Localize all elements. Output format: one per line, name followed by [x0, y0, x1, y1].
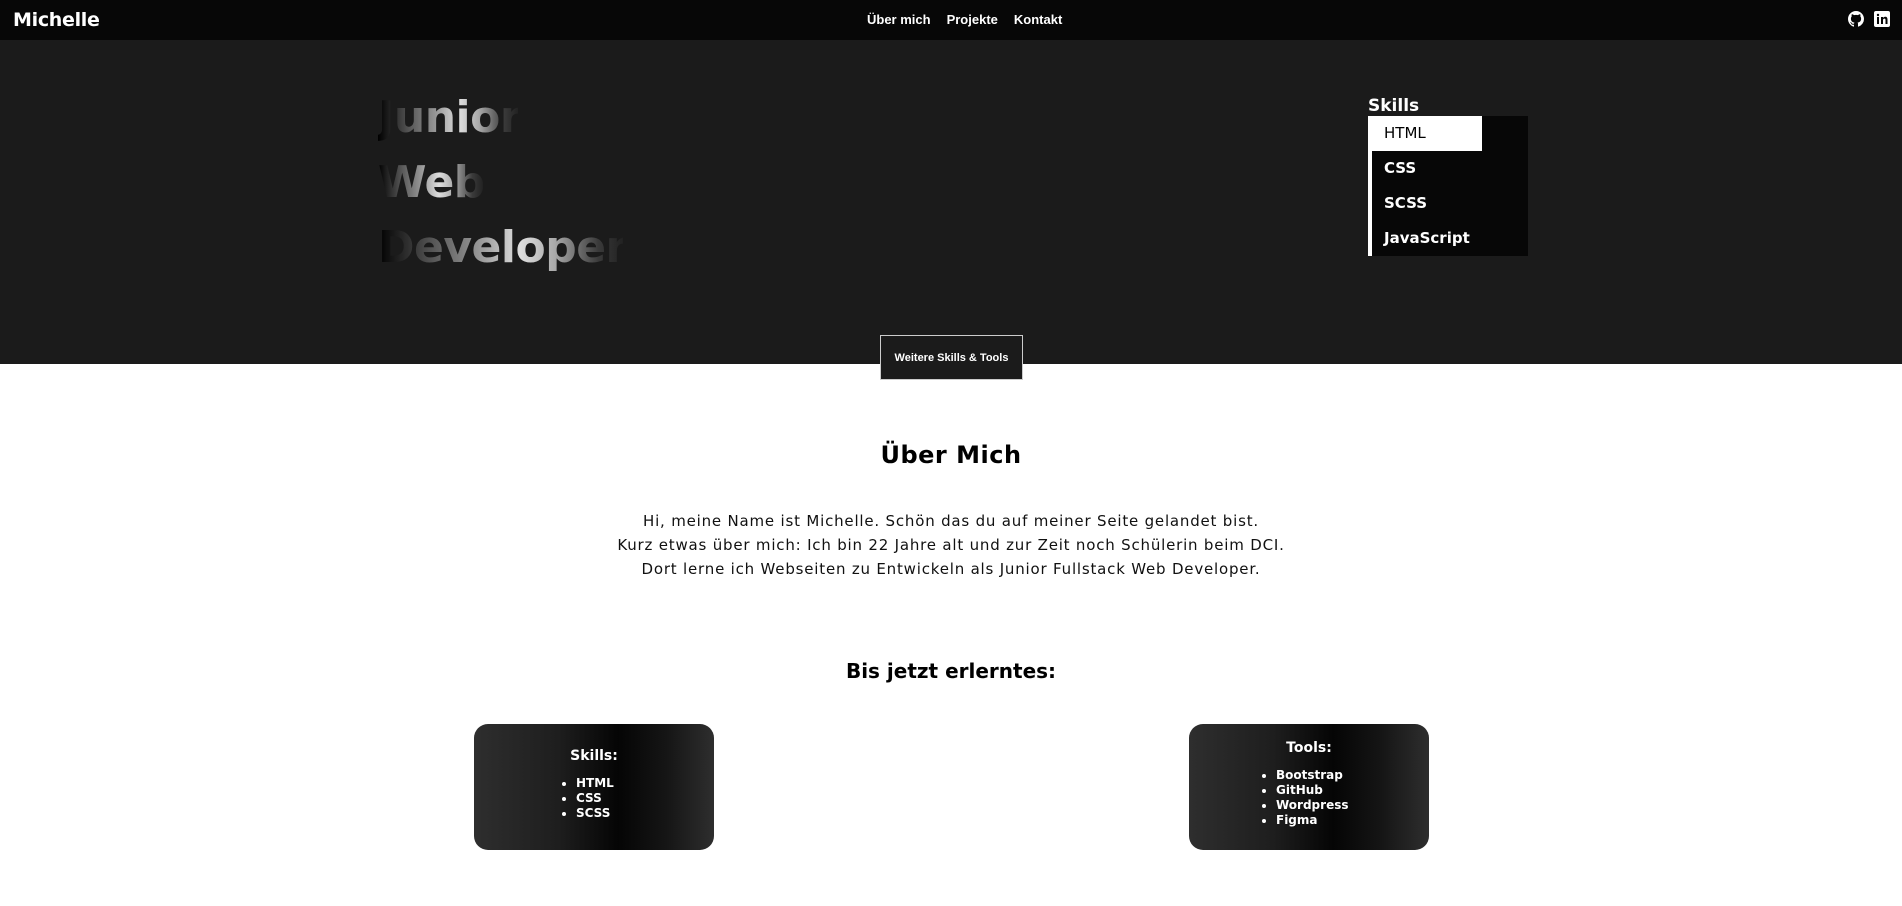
- github-icon[interactable]: [1848, 11, 1864, 27]
- about-line: Kurz etwas über mich: Ich bin 22 Jahre a…: [617, 536, 1285, 554]
- skill-item-css[interactable]: CSS: [1384, 151, 1416, 186]
- list-item: Wordpress: [1276, 798, 1429, 813]
- list-item: GitHub: [1276, 783, 1429, 798]
- linkedin-icon[interactable]: [1874, 11, 1890, 27]
- about-paragraph: Hi, meine Name ist Michelle. Schön das d…: [0, 509, 1902, 581]
- skill-item-javascript[interactable]: JavaScript: [1384, 221, 1470, 256]
- nav-link-about[interactable]: Über mich: [867, 12, 931, 27]
- about-line: Dort lerne ich Webseiten zu Entwickeln a…: [641, 560, 1261, 578]
- skills-card: Skills: HTML CSS SCSS: [474, 724, 714, 850]
- skill-item-scss[interactable]: SCSS: [1384, 186, 1427, 221]
- tools-card-title: Tools:: [1286, 740, 1332, 756]
- list-item: Figma: [1276, 813, 1429, 828]
- hero-title-line: Junior: [378, 85, 522, 150]
- list-item: HTML: [576, 776, 714, 791]
- hero-title: Junior Web Developer: [378, 85, 627, 280]
- about-title: Über Mich: [880, 441, 1022, 469]
- skills-card-title: Skills:: [570, 748, 618, 764]
- hero-title-line: Web: [378, 150, 485, 215]
- skills-list: HTML CSS SCSS JavaScript: [1368, 116, 1528, 256]
- hero-title-line: Developer: [378, 215, 627, 280]
- skill-item-html[interactable]: HTML: [1368, 116, 1482, 151]
- skills-panel: Skills HTML CSS SCSS JavaScript: [1368, 96, 1528, 256]
- social-links: [1848, 11, 1890, 27]
- list-item: SCSS: [576, 806, 714, 821]
- learned-title: Bis jetzt erlerntes:: [845, 659, 1057, 683]
- nav-links: Über mich Projekte Kontakt: [867, 12, 1062, 27]
- list-item: Bootstrap: [1276, 768, 1429, 783]
- about-line: Hi, meine Name ist Michelle. Schön das d…: [643, 512, 1259, 530]
- more-skills-button[interactable]: Weitere Skills & Tools: [880, 335, 1023, 380]
- skills-card-list: HTML CSS SCSS: [576, 776, 714, 821]
- navbar: Michelle Über mich Projekte Kontakt: [0, 0, 1902, 40]
- list-item: CSS: [576, 791, 714, 806]
- nav-link-projects[interactable]: Projekte: [947, 12, 998, 27]
- nav-link-contact[interactable]: Kontakt: [1014, 12, 1062, 27]
- hero-section: Junior Web Developer Skills HTML CSS SCS…: [0, 40, 1902, 364]
- brand-logo[interactable]: Michelle: [13, 9, 100, 31]
- tools-card-list: Bootstrap GitHub Wordpress Figma: [1276, 768, 1429, 828]
- skills-heading: Skills: [1368, 96, 1420, 116]
- tools-card: Tools: Bootstrap GitHub Wordpress Figma: [1189, 724, 1429, 850]
